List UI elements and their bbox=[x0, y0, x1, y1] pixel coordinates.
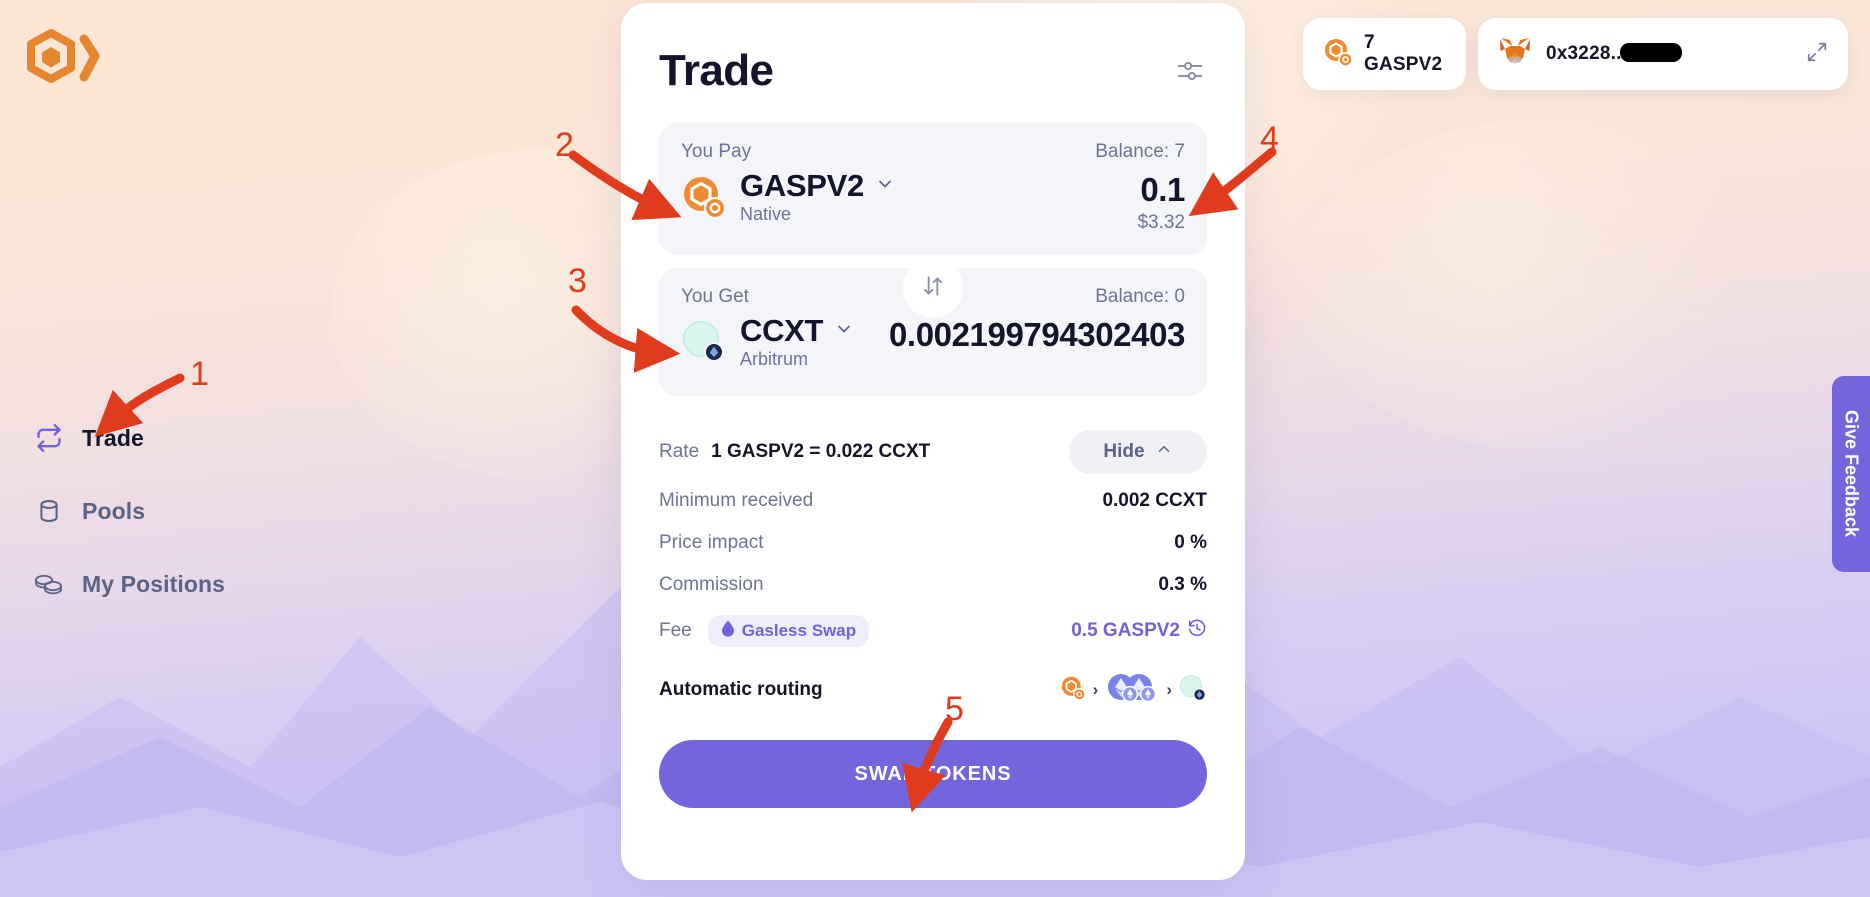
expand-arrows-icon[interactable] bbox=[1806, 41, 1828, 68]
detail-value: 0.3 % bbox=[1158, 574, 1207, 595]
gaspv2-token-icon bbox=[1323, 37, 1353, 72]
rate-row: Rate 1 GASPV2 = 0.022 CCXT Hide bbox=[659, 424, 1207, 480]
detail-row: Price impact 0 % bbox=[659, 522, 1207, 564]
rate-value: 1 GASPV2 = 0.022 CCXT bbox=[711, 441, 931, 462]
page-title: Trade bbox=[659, 46, 774, 95]
routing-label: Automatic routing bbox=[659, 679, 823, 700]
detail-value: 0 % bbox=[1174, 532, 1207, 553]
swap-tokens-button[interactable]: SWAP TOKENS bbox=[659, 740, 1207, 808]
eth-pair-icon bbox=[1105, 673, 1159, 708]
annotation-number-3: 3 bbox=[568, 262, 587, 300]
gaspv2-token-icon bbox=[681, 174, 727, 220]
pay-token-chain: Native bbox=[740, 204, 792, 225]
you-get-balance: Balance: 0 bbox=[1095, 286, 1185, 307]
database-icon bbox=[34, 496, 64, 526]
annotation-number-2: 2 bbox=[555, 126, 574, 164]
metamask-fox-icon bbox=[1498, 36, 1532, 73]
wallet-address-label: 0x3228.. bbox=[1546, 43, 1682, 65]
routing-icons: › › bbox=[1060, 673, 1207, 708]
fee-value: 0.5 GASPV2 bbox=[1071, 620, 1180, 641]
swap-arrows-icon bbox=[34, 423, 64, 453]
fee-value-wrap[interactable]: 0.5 GASPV2 bbox=[1071, 618, 1207, 644]
get-token-chain: Arbitrum bbox=[740, 349, 809, 370]
rate-label: Rate bbox=[659, 441, 700, 462]
routing-separator: › bbox=[1166, 680, 1172, 699]
hexagon-chevron-logo-icon bbox=[27, 29, 100, 83]
hide-details-label: Hide bbox=[1103, 441, 1145, 462]
trade-details: Rate 1 GASPV2 = 0.022 CCXT Hide Minimum … bbox=[659, 424, 1207, 808]
give-feedback-label: Give Feedback bbox=[1841, 410, 1862, 538]
hide-details-button[interactable]: Hide bbox=[1069, 430, 1207, 474]
sidebar-item-label: Trade bbox=[82, 424, 144, 451]
sliders-icon[interactable] bbox=[1173, 54, 1207, 88]
redacted-address-bar bbox=[1619, 43, 1682, 62]
clock-rewind-icon bbox=[1187, 618, 1207, 644]
detail-label: Minimum received bbox=[659, 490, 814, 511]
balance-chip-label: 7 GASPV2 bbox=[1364, 32, 1443, 75]
pay-amount-wrap: 0.1 $3.32 bbox=[895, 169, 1185, 234]
get-amount[interactable]: 0.002199794302403 bbox=[889, 314, 1185, 355]
annotation-number-4: 4 bbox=[1260, 120, 1279, 158]
routing-separator: › bbox=[1092, 680, 1099, 699]
detail-label: Commission bbox=[659, 574, 764, 595]
get-token-symbol: CCXT bbox=[740, 313, 824, 348]
get-token-selector[interactable]: CCXT Arbitrum bbox=[681, 313, 854, 370]
chevron-down-icon[interactable] bbox=[834, 319, 854, 344]
pay-token-symbol: GASPV2 bbox=[740, 168, 864, 203]
sidebar-nav: Trade Pools My Positions bbox=[34, 415, 294, 634]
give-feedback-tab[interactable]: Give Feedback bbox=[1832, 376, 1870, 572]
pay-amount-usd: $3.32 bbox=[1137, 212, 1185, 234]
pay-amount[interactable]: 0.1 bbox=[895, 169, 1185, 210]
wallet-balance-chip[interactable]: 7 GASPV2 bbox=[1303, 18, 1466, 90]
gasless-swap-badge[interactable]: Gasless Swap bbox=[707, 615, 870, 647]
fee-row: Fee Gasless Swap 0.5 GASPV2 bbox=[659, 606, 1207, 656]
sidebar-item-label: My Positions bbox=[82, 570, 226, 597]
chevron-down-icon[interactable] bbox=[875, 174, 895, 199]
card-header: Trade bbox=[659, 33, 1207, 109]
chevron-up-icon bbox=[1155, 440, 1173, 464]
wallet-address-chip[interactable]: 0x3228.. bbox=[1478, 18, 1848, 90]
you-get-label: You Get bbox=[681, 286, 749, 307]
sidebar-item-my-positions[interactable]: My Positions bbox=[34, 561, 294, 607]
arrows-up-down-icon bbox=[920, 273, 946, 304]
detail-row: Commission 0.3 % bbox=[659, 564, 1207, 606]
sidebar-item-pools[interactable]: Pools bbox=[34, 488, 294, 534]
detail-value: 0.002 CCXT bbox=[1102, 490, 1207, 511]
you-pay-panel: You Pay Balance: 7 GASPV2 Native 0.1 $3.… bbox=[659, 123, 1207, 255]
pay-token-selector[interactable]: GASPV2 Native bbox=[681, 168, 895, 225]
routing-row: Automatic routing › › bbox=[659, 662, 1207, 718]
droplet-icon bbox=[721, 620, 735, 642]
detail-label: Price impact bbox=[659, 532, 764, 553]
you-pay-label: You Pay bbox=[681, 141, 752, 162]
gasless-swap-label: Gasless Swap bbox=[741, 621, 857, 640]
trade-card: Trade You Pay Balance: 7 GASPV2 Native 0… bbox=[621, 3, 1245, 880]
gaspv2-token-icon bbox=[1060, 675, 1086, 706]
get-amount-wrap: 0.002199794302403 bbox=[854, 314, 1185, 355]
detail-row: Minimum received 0.002 CCXT bbox=[659, 480, 1207, 522]
sidebar-item-trade[interactable]: Trade bbox=[34, 415, 294, 461]
coins-stack-icon bbox=[34, 569, 64, 599]
app-root: Trade Pools My Positions 7 GASPV2 0x3228… bbox=[0, 0, 1870, 897]
sidebar-item-label: Pools bbox=[82, 497, 146, 524]
ccxt-token-icon bbox=[681, 319, 727, 365]
ccxt-token-icon bbox=[1179, 674, 1207, 707]
you-pay-balance: Balance: 7 bbox=[1095, 141, 1185, 162]
fee-label: Fee bbox=[659, 620, 692, 641]
app-logo[interactable] bbox=[23, 28, 101, 90]
switch-tokens-button[interactable] bbox=[909, 264, 957, 312]
